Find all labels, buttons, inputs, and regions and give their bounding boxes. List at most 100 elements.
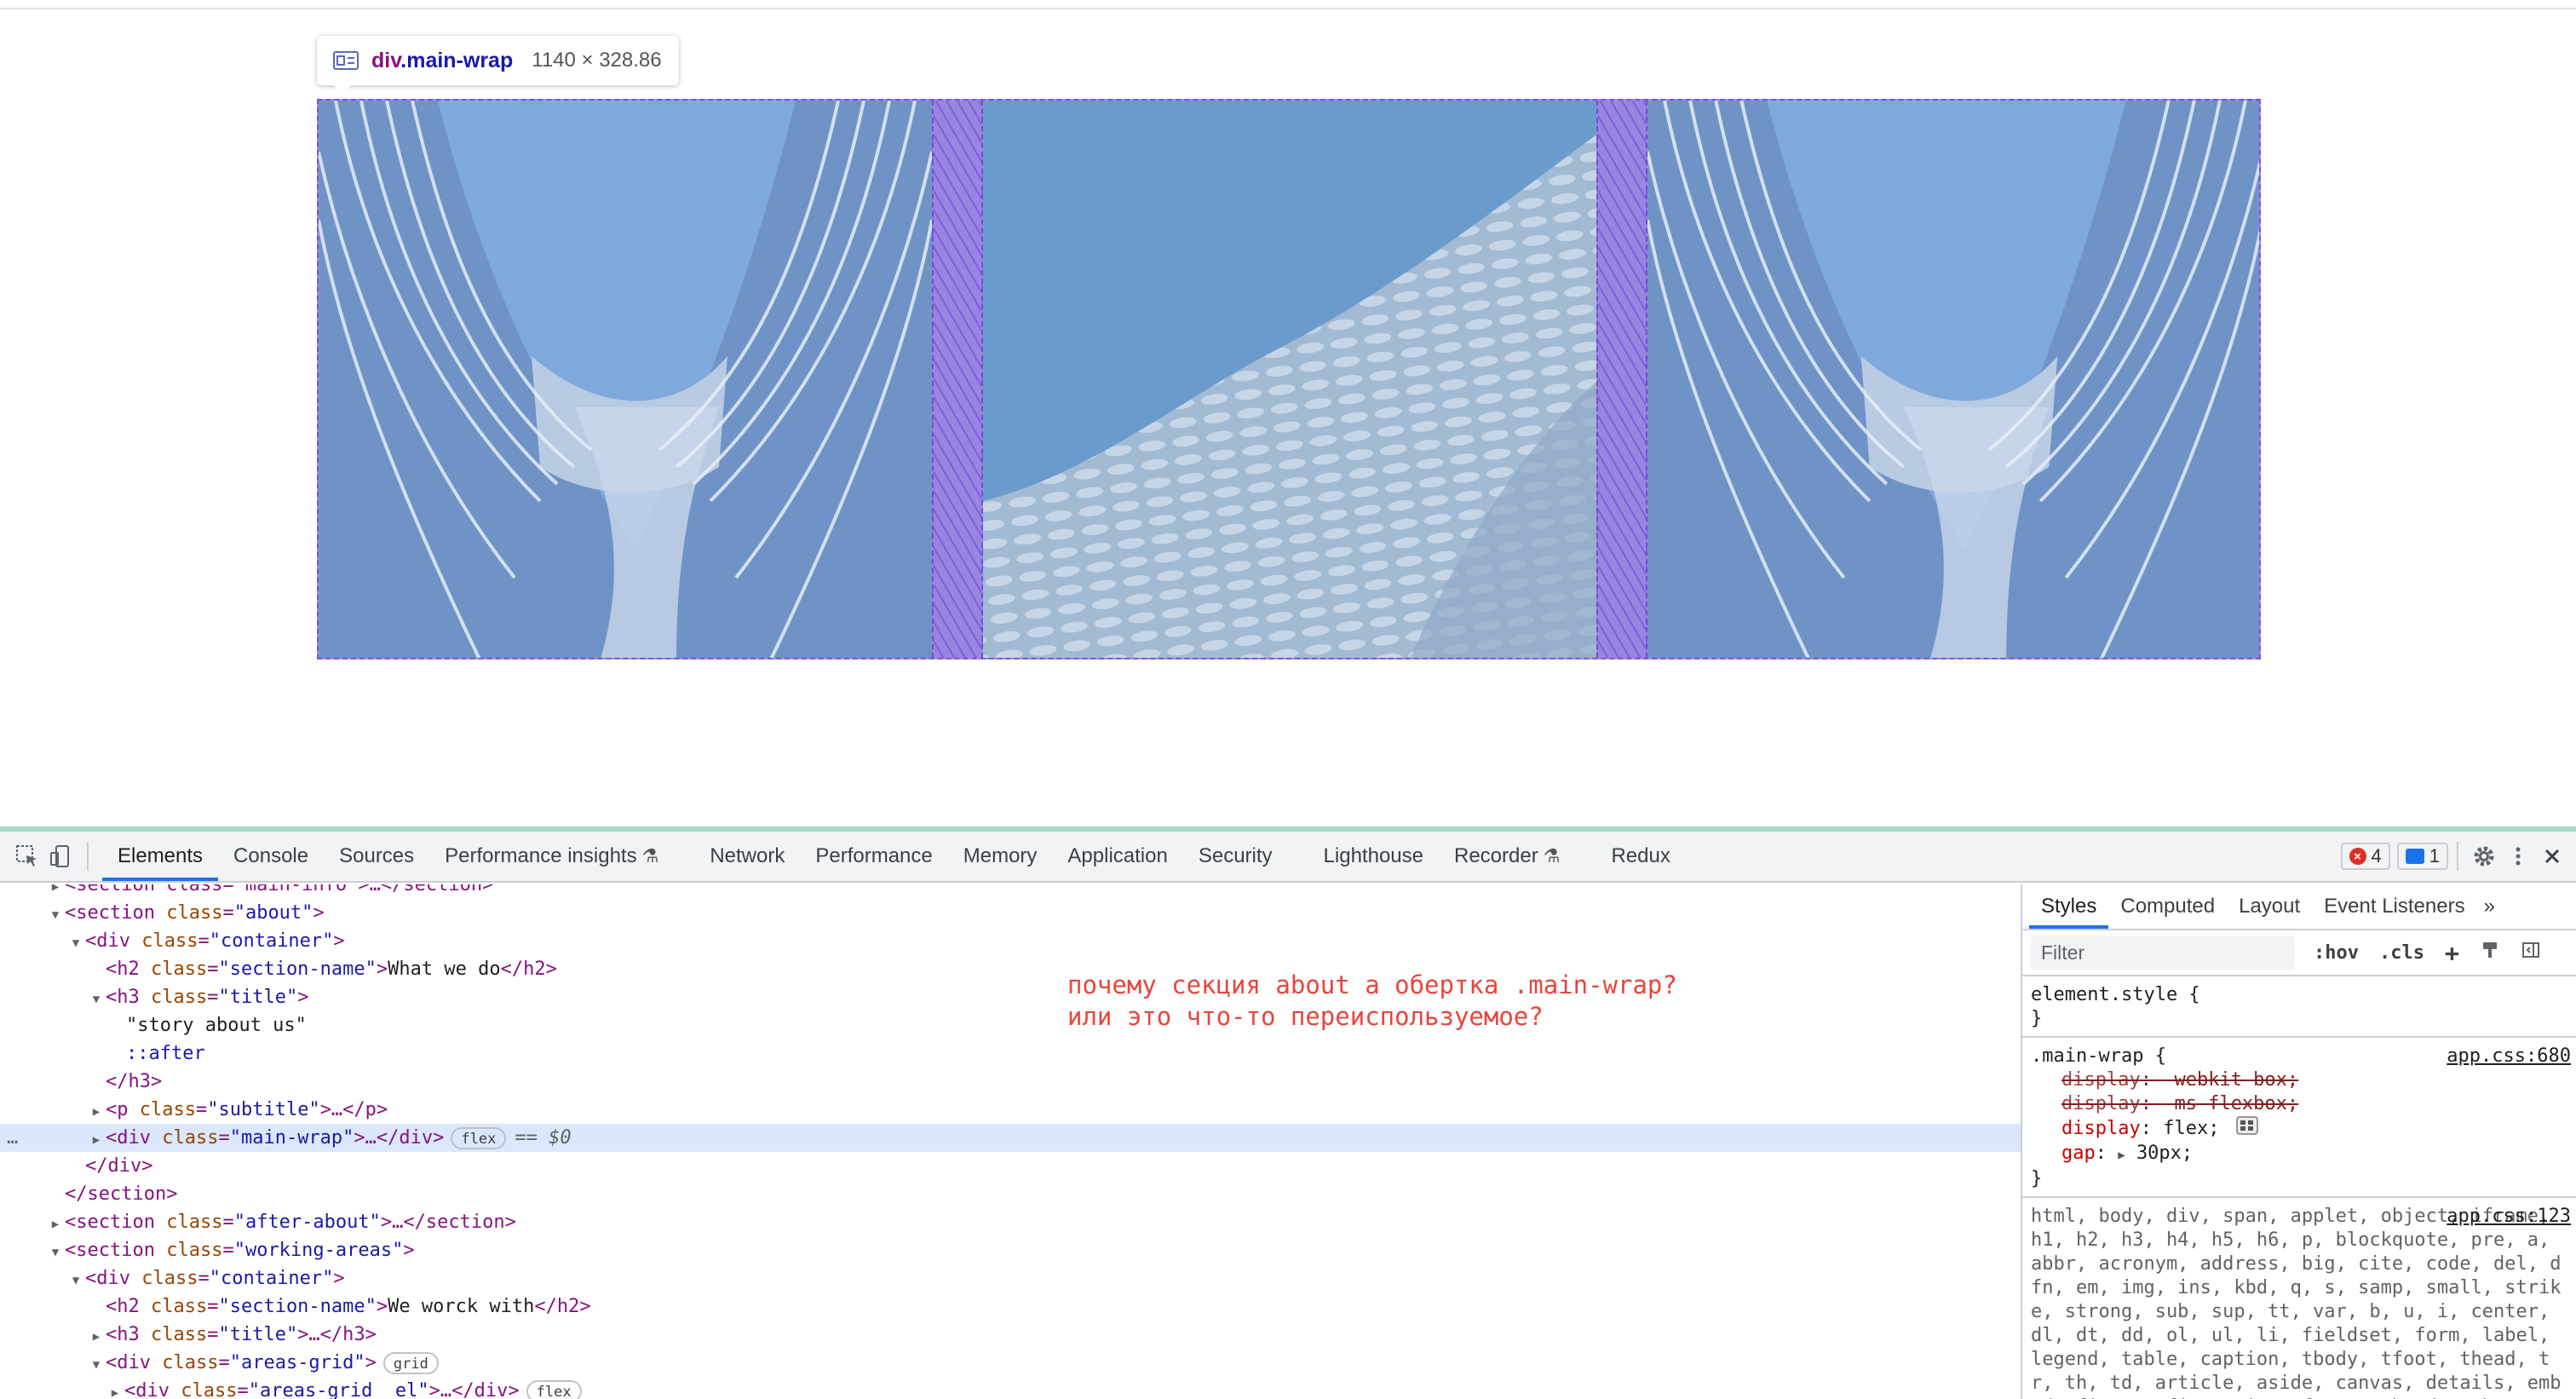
elements-tree[interactable]: ▶ <section class="main-info">…</section> … (0, 884, 2021, 1399)
tab-performance-insights[interactable]: Performance insights ⚗ (429, 832, 674, 881)
tab-network[interactable]: Network (694, 832, 800, 881)
dom-text-node[interactable]: "story about us" (0, 1011, 2021, 1039)
collapse-triangle-icon[interactable]: ▼ (66, 1267, 85, 1295)
tab-performance[interactable]: Performance (800, 832, 947, 881)
selected-node-marker: == $0 (515, 1127, 572, 1149)
dom-node-areas-grid-el[interactable]: ▶ <div class="areas-grid__el">…</div> flex (0, 1377, 2021, 1399)
settings-gear-icon[interactable] (2467, 839, 2501, 873)
collapse-triangle-icon[interactable]: ▼ (87, 1351, 106, 1379)
filter-placeholder: Filter (2041, 941, 2085, 964)
dom-node-after-about[interactable]: ▶ <section class="after-about">…</section… (0, 1208, 2021, 1236)
tab-application-label: Application (1067, 844, 1168, 867)
element-style-selector: element.style { (2031, 984, 2200, 1005)
flex-badge[interactable]: flex (451, 1127, 507, 1149)
rule-source-link[interactable]: app.css:680 (2447, 1045, 2571, 1068)
dom-text: What we do (388, 959, 501, 980)
hover-state-toggle[interactable]: :hov (2303, 942, 2369, 964)
tab-application[interactable]: Application (1052, 832, 1182, 881)
dom-node-container[interactable]: ▼ <div class="container"> (0, 927, 2021, 955)
dom-attr-value: "areas-grid__el" (248, 1380, 429, 1399)
styles-tabbar: Styles Computed Layout Event Listeners » (2022, 884, 2576, 930)
tab-layout[interactable]: Layout (2227, 884, 2312, 929)
close-devtools-icon[interactable] (2535, 839, 2569, 873)
expand-shorthand-triangle-icon[interactable]: ▶ (2118, 1149, 2125, 1162)
main-wrap-image-1[interactable] (319, 101, 932, 658)
message-icon (2405, 849, 2424, 864)
architecture-photo-1 (319, 101, 932, 658)
tab-styles[interactable]: Styles (2029, 884, 2109, 929)
toggle-sidebar-icon[interactable] (2510, 940, 2551, 965)
collapse-triangle-icon[interactable]: ▼ (87, 986, 106, 1014)
dom-node-container-close[interactable]: </div> (0, 1152, 2021, 1180)
tab-lighthouse[interactable]: Lighthouse (1308, 832, 1439, 881)
dom-attr-value: "section-name" (218, 1296, 377, 1317)
tab-layout-label: Layout (2239, 895, 2301, 918)
paint-brush-icon[interactable] (2470, 940, 2510, 965)
dom-node-subtitle[interactable]: ▶ <p class="subtitle">…</p> (0, 1096, 2021, 1124)
styles-filter-input[interactable]: Filter (2031, 936, 2295, 970)
css-property-gap[interactable]: gap: ▶ 30px; (2031, 1142, 2569, 1167)
css-property-struck[interactable]: display: -webkit-box; (2031, 1068, 2569, 1092)
expand-triangle-icon[interactable]: ▶ (87, 1098, 106, 1126)
tab-event-listeners[interactable]: Event Listeners (2312, 884, 2476, 929)
dom-node-section-close[interactable]: </section> (0, 1180, 2021, 1208)
class-toggle[interactable]: .cls (2369, 942, 2435, 964)
message-count-badge[interactable]: 1 (2396, 843, 2448, 870)
tab-console-label: Console (233, 844, 309, 867)
main-wrap-highlight[interactable] (317, 99, 2261, 659)
element-style-rule[interactable]: element.style { } (2022, 976, 2576, 1038)
css-property-display[interactable]: display: flex; (2031, 1116, 2569, 1142)
reset-rule[interactable]: app.css:123 html, body, div, span, apple… (2022, 1198, 2576, 1399)
tab-redux[interactable]: Redux (1596, 832, 1685, 881)
tab-elements[interactable]: Elements (102, 832, 219, 881)
dom-node-h2-2[interactable]: <h2 class="section-name">We worck with</… (0, 1292, 2021, 1321)
main-wrap-rule[interactable]: app.css:680 .main-wrap { display: -webki… (2022, 1038, 2576, 1198)
expand-triangle-icon[interactable]: ▶ (46, 1211, 65, 1239)
device-toolbar-icon[interactable] (44, 839, 78, 873)
tab-security[interactable]: Security (1183, 832, 1288, 881)
main-wrap-image-3[interactable] (1647, 101, 2259, 658)
dom-node-h3-close[interactable]: </h3> (0, 1068, 2021, 1096)
dom-node-h3[interactable]: ▼ <h3 class="title"> (0, 983, 2021, 1011)
dom-pseudo-after[interactable]: ::after (0, 1039, 2021, 1068)
more-tabs-chevron-icon[interactable]: » (2477, 884, 2502, 929)
error-count-badge[interactable]: × 4 (2340, 843, 2390, 870)
expand-triangle-icon[interactable]: ▶ (87, 1323, 106, 1351)
tab-memory[interactable]: Memory (948, 832, 1053, 881)
more-options-icon[interactable] (2501, 839, 2535, 873)
collapse-triangle-icon[interactable]: ▼ (66, 930, 85, 958)
flexbox-editor-icon[interactable] (2235, 1116, 2258, 1142)
dom-node-container-2[interactable]: ▼ <div class="container"> (0, 1264, 2021, 1292)
flex-badge[interactable]: flex (526, 1380, 582, 1399)
dom-node-working-areas[interactable]: ▼ <section class="working-areas"> (0, 1236, 2021, 1264)
tab-styles-label: Styles (2041, 895, 2097, 918)
note-line-2: или это что-то переиспользуемое? (1067, 1002, 1544, 1031)
expand-triangle-icon[interactable]: ▶ (87, 1126, 106, 1154)
dom-node-h2[interactable]: <h2 class="section-name">What we do</h2> (0, 955, 2021, 983)
expand-triangle-icon[interactable]: ▶ (106, 1379, 124, 1399)
node-actions-dots[interactable]: … (7, 1124, 18, 1152)
error-icon: × (2349, 848, 2366, 865)
add-rule-plus-icon[interactable]: + (2435, 939, 2470, 967)
tab-sources[interactable]: Sources (324, 832, 429, 881)
tab-computed[interactable]: Computed (2108, 884, 2227, 929)
dom-node-main-info[interactable]: ▶ <section class="main-info">…</section> (0, 884, 2021, 899)
collapse-triangle-icon[interactable]: ▼ (46, 901, 65, 930)
dom-node-about[interactable]: ▼ <section class="about"> (0, 899, 2021, 927)
dom-node-main-wrap-selected[interactable]: … ▶ <div class="main-wrap">…</div> flex == … (0, 1124, 2021, 1152)
grid-badge[interactable]: grid (382, 1352, 439, 1374)
dom-node-areas-grid[interactable]: ▼ <div class="areas-grid"> grid (0, 1349, 2021, 1377)
tab-console[interactable]: Console (218, 832, 324, 881)
css-property-struck[interactable]: display: -ms-flexbox; (2031, 1092, 2569, 1116)
collapse-triangle-icon[interactable]: ▼ (46, 1239, 65, 1267)
experiment-flask-icon: ⚗ (641, 845, 659, 866)
dom-node-h3-2[interactable]: ▶ <h3 class="title">…</h3> (0, 1321, 2021, 1349)
inspect-element-icon[interactable] (10, 839, 44, 873)
tab-lighthouse-label: Lighthouse (1323, 844, 1423, 867)
main-wrap-image-2[interactable] (983, 101, 1596, 658)
tab-event-listeners-label: Event Listeners (2324, 895, 2465, 918)
rule-source-link[interactable]: app.css:123 (2447, 1205, 2571, 1229)
prop-name: display (2061, 1069, 2141, 1091)
rule-close-brace: } (2031, 1008, 2043, 1029)
tab-recorder[interactable]: Recorder ⚗ (1439, 832, 1575, 881)
